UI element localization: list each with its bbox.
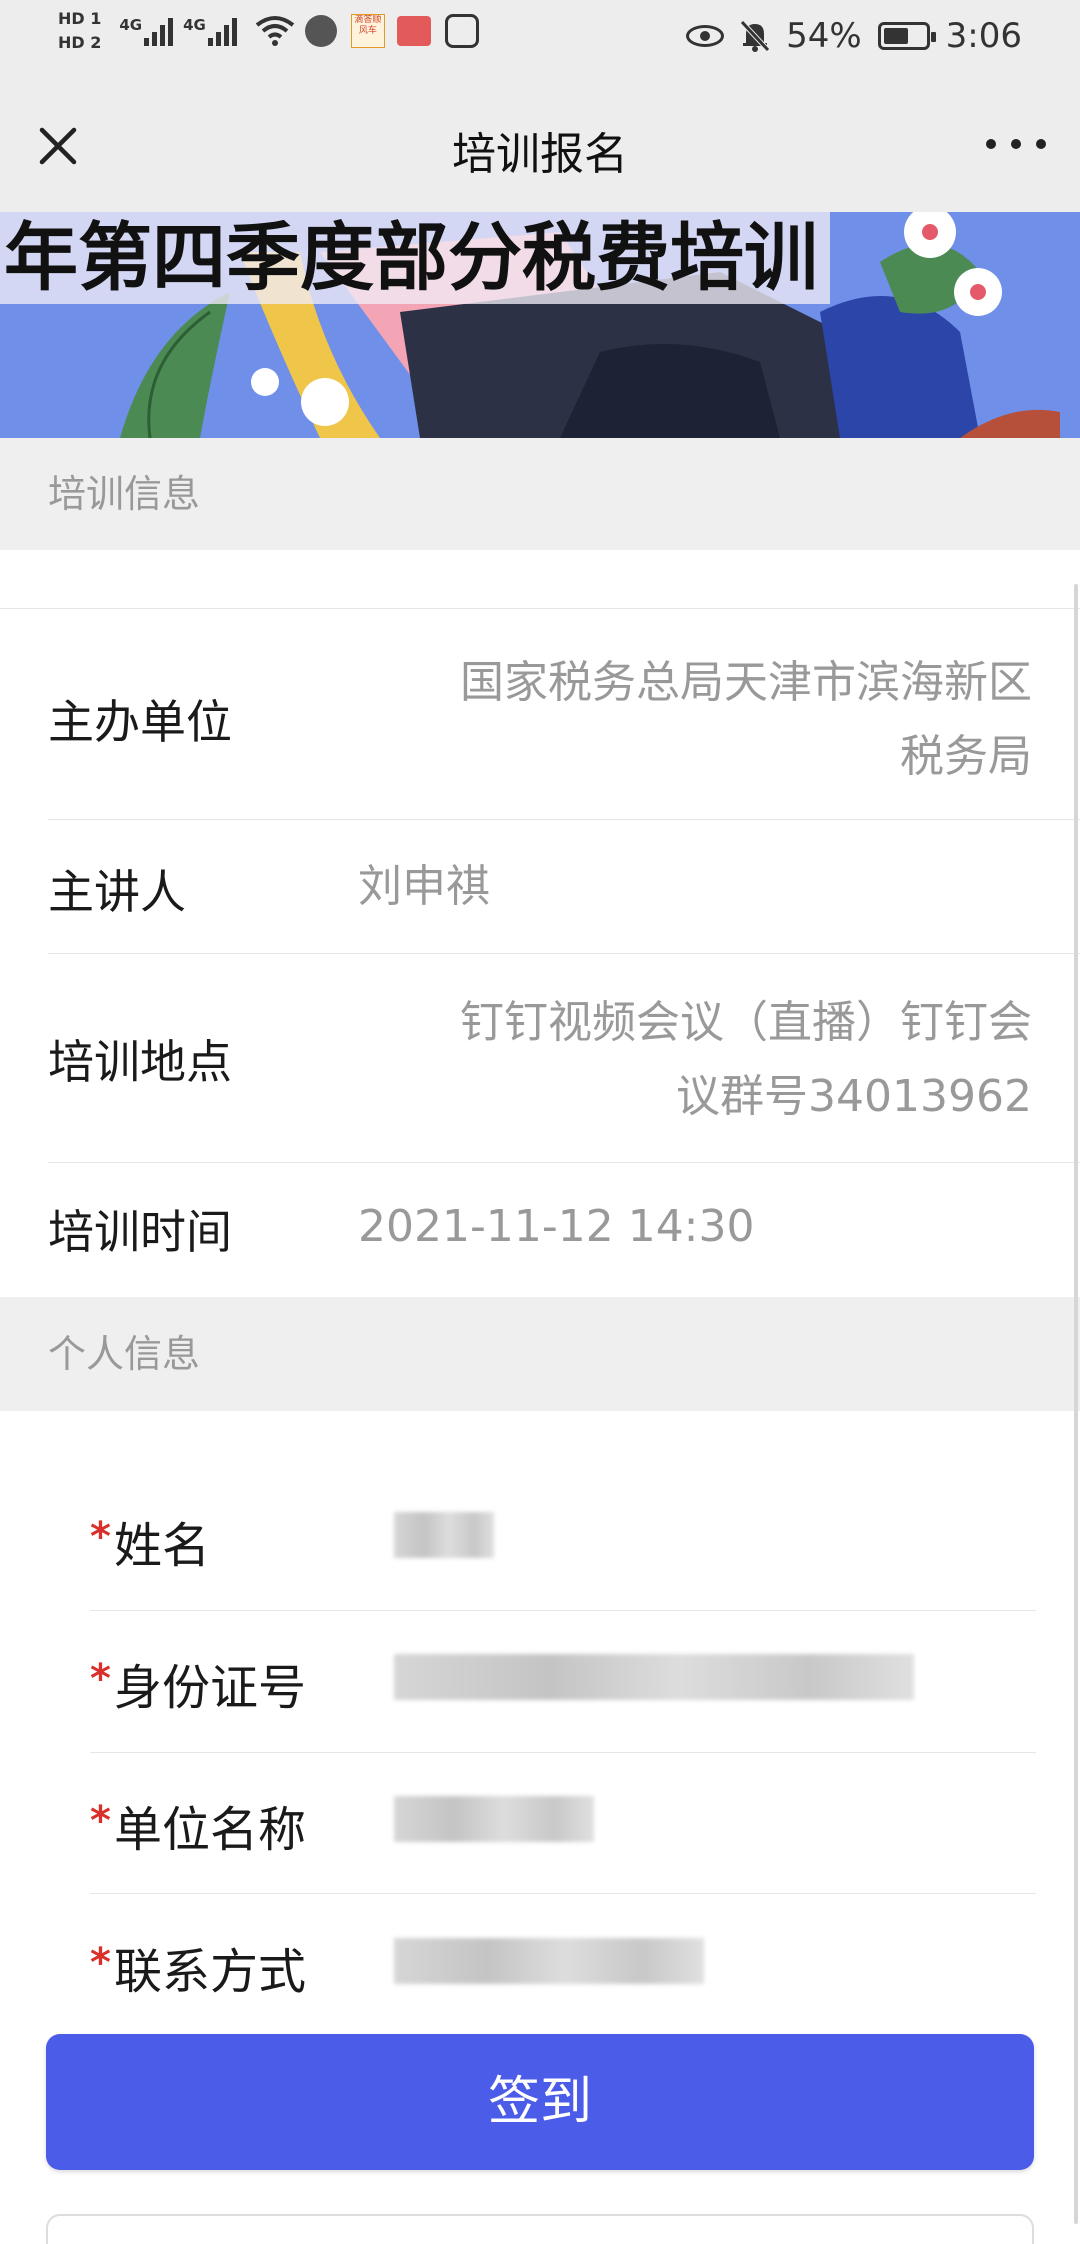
field-company[interactable]: * 单位名称 bbox=[90, 1790, 1036, 1860]
name-input[interactable] bbox=[394, 1512, 494, 1558]
hd1-indicator: HD 1 bbox=[58, 9, 102, 28]
id-number-label: 身份证号 bbox=[114, 1660, 307, 1716]
divider bbox=[0, 608, 1080, 609]
clock: 3:06 bbox=[945, 16, 1022, 56]
divider bbox=[90, 1610, 1036, 1611]
banner-title: 年第四季度部分税费培训 bbox=[0, 212, 830, 304]
required-mark: * bbox=[90, 1514, 111, 1560]
more-icon[interactable] bbox=[986, 132, 1046, 156]
personal-info-header: 个人信息 bbox=[0, 1297, 1080, 1411]
name-label: 姓名 bbox=[114, 1518, 211, 1574]
required-mark: * bbox=[90, 1798, 111, 1844]
location-value: 钉钉视频会议（直播）钉钉会 议群号34013962 bbox=[460, 986, 1032, 1134]
hd-indicators: HD 1 HD 2 bbox=[58, 10, 101, 52]
contact-input[interactable] bbox=[394, 1938, 704, 1984]
wifi-icon bbox=[255, 16, 295, 46]
secondary-button[interactable] bbox=[46, 2214, 1034, 2244]
time-label: 培训时间 bbox=[48, 1205, 232, 1259]
eye-icon bbox=[686, 25, 725, 47]
page-title: 培训报名 bbox=[452, 129, 628, 180]
divider bbox=[48, 953, 1080, 954]
status-bar: HD 1 HD 2 4G 4G 滴答顺风车 54% 3:06 bbox=[0, 0, 1080, 80]
hd2-indicator: HD 2 bbox=[58, 33, 102, 52]
host-value-line2: 税务局 bbox=[900, 731, 1032, 782]
field-name[interactable]: * 姓名 bbox=[90, 1506, 1036, 1576]
host-value: 国家税务总局天津市滨海新区 税务局 bbox=[460, 646, 1032, 794]
audio-app-icon bbox=[304, 15, 337, 47]
host-value-line1: 国家税务总局天津市滨海新区 bbox=[460, 657, 1032, 708]
divider bbox=[48, 819, 1080, 820]
battery-percent: 54% bbox=[786, 16, 862, 56]
status-left: HD 1 HD 2 4G 4G 滴答顺风车 bbox=[58, 10, 479, 52]
company-input[interactable] bbox=[394, 1796, 594, 1842]
field-id-number[interactable]: * 身份证号 bbox=[90, 1648, 1036, 1718]
divider bbox=[48, 1162, 1080, 1163]
page: HD 1 HD 2 4G 4G 滴答顺风车 54% 3:06 培训报名 年第四季… bbox=[0, 0, 1080, 2244]
divider bbox=[90, 1893, 1036, 1894]
info-row-time: 培训时间 2021-11-12 14:30 bbox=[48, 1190, 1032, 1264]
info-row-host: 主办单位 国家税务总局天津市滨海新区 税务局 bbox=[48, 646, 1032, 782]
training-info-header: 培训信息 bbox=[0, 438, 1080, 550]
sim1-tag: 4G bbox=[119, 16, 143, 34]
required-mark: * bbox=[90, 1656, 111, 1702]
speaker-value: 刘申祺 bbox=[358, 861, 490, 912]
contact-label: 联系方式 bbox=[114, 1944, 307, 2000]
sign-in-button[interactable]: 签到 bbox=[46, 2034, 1034, 2170]
location-value-line2: 议群号34013962 bbox=[676, 1071, 1032, 1122]
time-value: 2021-11-12 14:30 bbox=[358, 1201, 755, 1252]
host-label: 主办单位 bbox=[48, 695, 232, 749]
scrollbar[interactable] bbox=[1074, 584, 1078, 2224]
sim2-tag: 4G bbox=[183, 16, 206, 34]
location-value-line1: 钉钉视频会议（直播）钉钉会 bbox=[460, 997, 1032, 1048]
battery-icon bbox=[877, 22, 936, 50]
status-right: 54% 3:06 bbox=[686, 16, 1022, 56]
news-app-icon: 滴答顺风车 bbox=[350, 14, 385, 48]
required-mark: * bbox=[90, 1940, 111, 1986]
location-label: 培训地点 bbox=[48, 1035, 232, 1089]
field-contact[interactable]: * 联系方式 bbox=[90, 1932, 1036, 2002]
red-app-icon bbox=[396, 16, 431, 46]
training-info-card: 主办单位 国家税务总局天津市滨海新区 税务局 主讲人 刘申祺 培训地点 钉钉视频… bbox=[0, 550, 1080, 1297]
banner-image: 年第四季度部分税费培训 bbox=[0, 212, 1080, 438]
nav-bar: 培训报名 bbox=[0, 80, 1080, 212]
info-row-speaker: 主讲人 刘申祺 bbox=[48, 850, 1032, 924]
speaker-label: 主讲人 bbox=[48, 865, 186, 919]
signal-icon: 4G bbox=[119, 16, 174, 46]
id-number-input[interactable] bbox=[394, 1654, 914, 1700]
divider bbox=[90, 1752, 1036, 1753]
bell-mute-icon bbox=[740, 20, 770, 52]
hand-icon bbox=[444, 14, 479, 48]
signal-icon-2: 4G bbox=[183, 16, 237, 46]
info-row-location: 培训地点 钉钉视频会议（直播）钉钉会 议群号34013962 bbox=[48, 986, 1032, 1136]
company-label: 单位名称 bbox=[114, 1802, 307, 1858]
